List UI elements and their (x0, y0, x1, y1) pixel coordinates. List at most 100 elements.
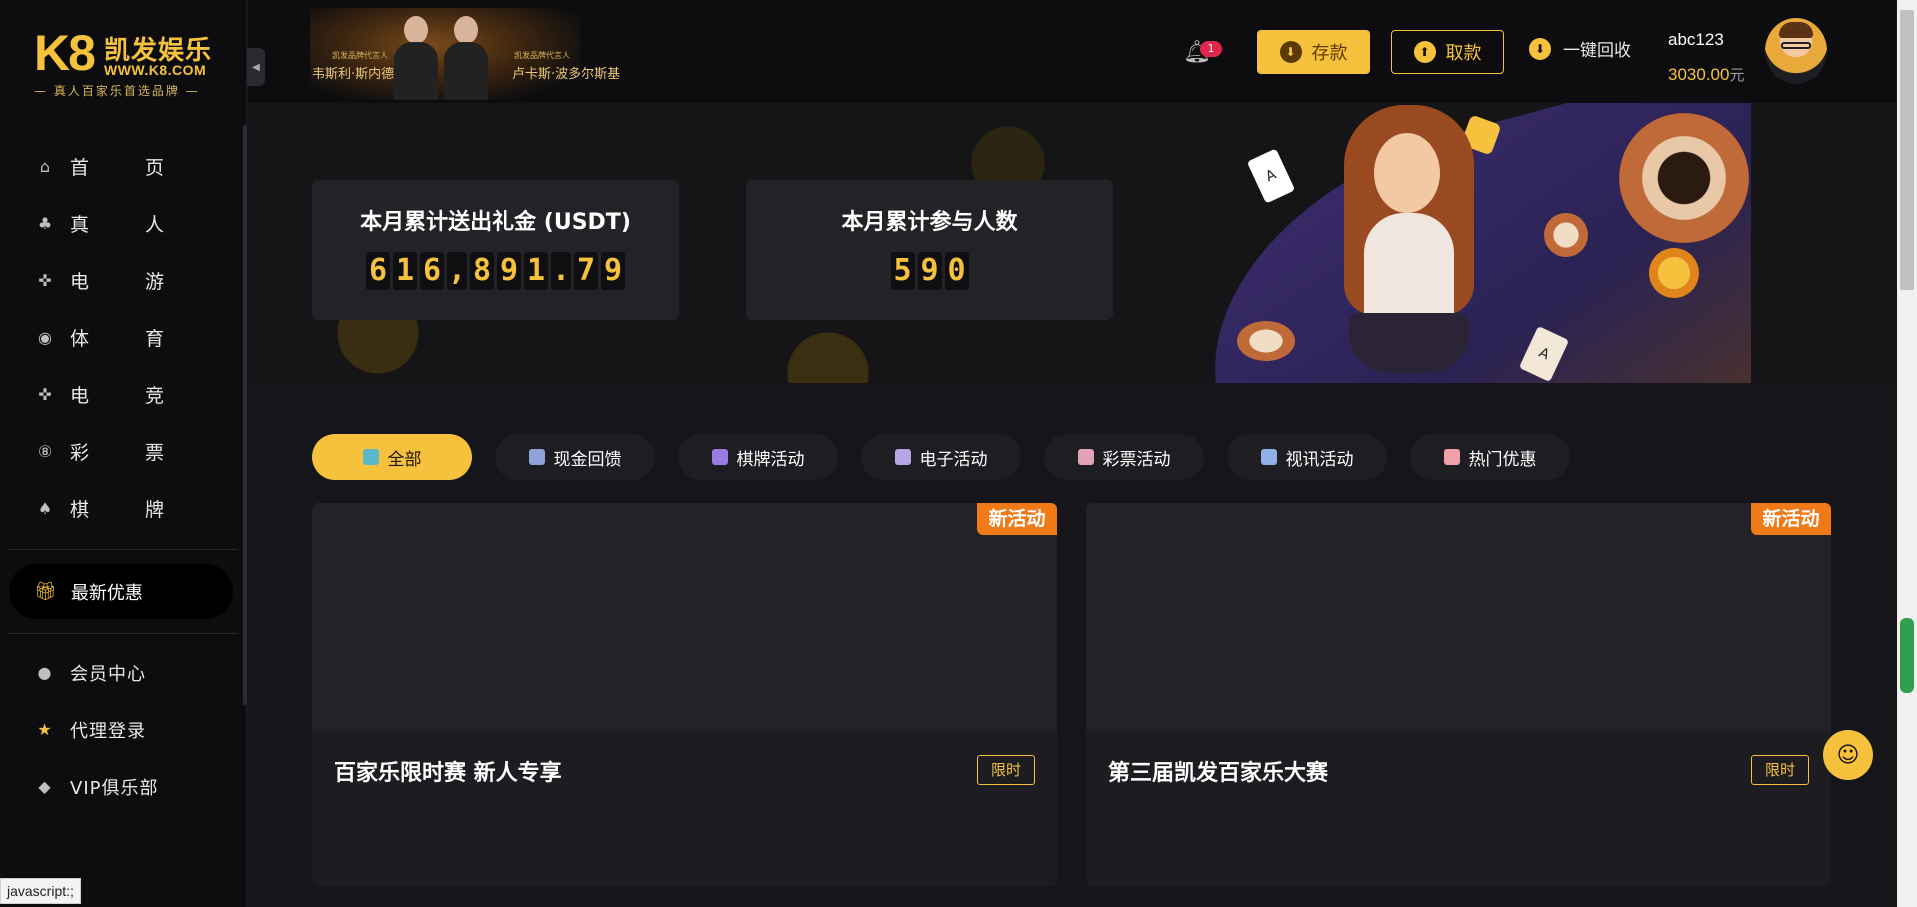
counter-digit: 9 (497, 252, 521, 290)
tab-chess-events[interactable]: 棋牌活动 (678, 434, 838, 480)
promotion-image (1086, 503, 1831, 731)
sidebar-item-label: 会员中心 (70, 663, 146, 685)
sidebar-divider (8, 549, 238, 550)
sidebar-item-agent-login[interactable]: ★ 代理登录 (0, 701, 247, 758)
promotion-title: 第三届凯发百家乐大赛 (1108, 761, 1329, 786)
logo-mark: K8 (34, 25, 96, 81)
sidebar-item-chess[interactable]: ♠ 棋牌 (0, 480, 247, 537)
sidebar-item-label: 最新优惠 (70, 582, 143, 604)
sidebar-scrollbar[interactable] (243, 125, 247, 705)
sidebar-collapse-button[interactable]: ◀ (247, 48, 265, 86)
cards-icon: ♠ (37, 499, 53, 518)
download-icon: ⬇ (1279, 41, 1302, 63)
sidebar-item-vip-club[interactable]: ◆ VIP俱乐部 (0, 758, 247, 815)
brand-logo[interactable]: K8 凯发娱乐 WWW.K8.COM — 真人百家乐首选品牌 — (34, 26, 214, 106)
avatar[interactable] (1765, 18, 1827, 84)
page-scrollbar[interactable] (1897, 0, 1917, 907)
limited-time-badge: 限时 (977, 755, 1035, 785)
notification-badge: 1 (1200, 41, 1222, 57)
counter-digit: , (447, 252, 467, 290)
deposit-button[interactable]: ⬇ 存款 (1257, 30, 1370, 74)
star-icon: ★ (37, 720, 53, 739)
sidebar-item-label: VIP俱乐部 (70, 777, 159, 799)
tab-label: 视讯活动 (1285, 449, 1354, 470)
sidebar-item-label: 首页 (70, 157, 221, 179)
gamepad-icon: ✜ (38, 271, 52, 290)
sidebar: K8 凯发娱乐 WWW.K8.COM — 真人百家乐首选品牌 — ⌂ 首页 ♣ … (0, 0, 247, 907)
sidebar-item-esports[interactable]: ✜ 电竞 (0, 366, 247, 423)
sidebar-item-label: 代理登录 (70, 720, 146, 742)
balance: 3030.00元 (1668, 64, 1744, 85)
tab-lottery-events[interactable]: 彩票活动 (1044, 434, 1204, 480)
username: abc123 (1668, 30, 1724, 49)
new-event-tag: 新活动 (1751, 503, 1831, 535)
counter-digit: 0 (944, 252, 969, 290)
gift-total-value: 616,891.79 (312, 252, 679, 290)
sidebar-item-label: 棋牌 (70, 499, 221, 521)
sidebar-item-label: 电游 (70, 271, 221, 293)
balance-amount: 3030.00 (1668, 65, 1730, 84)
category-icon (362, 449, 379, 465)
tab-all[interactable]: 全部 (312, 434, 472, 480)
promotion-card[interactable]: 新活动 百家乐限时赛 新人专享 限时 (312, 503, 1057, 886)
ambassador-caption: 凯发品牌代言人 (514, 51, 570, 60)
limited-time-badge: 限时 (1751, 755, 1809, 785)
download-icon: ⬇ (1529, 37, 1551, 60)
promotion-card[interactable]: 新活动 第三届凯发百家乐大赛 限时 (1086, 503, 1831, 886)
sidebar-item-label: 体育 (70, 328, 221, 350)
counter-digit: 5 (890, 252, 915, 290)
sidebar-item-live[interactable]: ♣ 真人 (0, 195, 247, 252)
gift-total-title: 本月累计送出礼金 (USDT) (360, 210, 631, 235)
participants-title: 本月累计参与人数 (841, 210, 1018, 235)
ambassador-photo (390, 16, 440, 100)
brand-url: WWW.K8.COM (104, 62, 207, 78)
customer-support-icon[interactable]: ☺ (1823, 730, 1873, 780)
sidebar-item-home[interactable]: ⌂ 首页 (0, 138, 247, 195)
sidebar-item-member-center[interactable]: ● 会员中心 (0, 644, 247, 701)
counter-digit: 9 (601, 252, 625, 290)
deposit-label: 存款 (1311, 43, 1348, 64)
counter-digit: 9 (917, 252, 942, 290)
app-root: K8 凯发娱乐 WWW.K8.COM — 真人百家乐首选品牌 — ⌂ 首页 ♣ … (0, 0, 1917, 907)
ambassador-name: 卢卡斯·波多尔斯基 (512, 67, 621, 82)
counter-digit: 6 (420, 252, 444, 290)
new-event-tag: 新活动 (977, 503, 1057, 535)
tab-hot-offers[interactable]: 热门优惠 (1410, 434, 1570, 480)
scroll-indicator[interactable] (1900, 618, 1914, 693)
ambassador-photo (440, 16, 490, 100)
tab-live-video-events[interactable]: 视讯活动 (1227, 434, 1387, 480)
lottery-icon: ⑧ (37, 442, 53, 461)
tab-label: 彩票活动 (1102, 449, 1171, 470)
withdraw-button[interactable]: ⬆ 取款 (1391, 30, 1504, 74)
gift-icon: 🎁︎ (34, 581, 57, 602)
one-click-recycle-button[interactable]: ⬇ 一键回收 (1529, 36, 1631, 61)
playing-card-image: A (1246, 148, 1296, 204)
counter-digit: 1 (524, 252, 548, 290)
diamond-icon: ◆ (38, 777, 52, 796)
sidebar-item-slots[interactable]: ✜ 电游 (0, 252, 247, 309)
category-icon (1443, 449, 1460, 465)
home-icon: ⌂ (39, 157, 51, 176)
upload-icon: ⬆ (1413, 41, 1436, 63)
secondary-nav: ● 会员中心 ★ 代理登录 ◆ VIP俱乐部 (0, 644, 247, 815)
tab-cashback[interactable]: 现金回馈 (495, 434, 655, 480)
tab-label: 热门优惠 (1468, 449, 1537, 470)
participants-card: 本月累计参与人数 590 (746, 180, 1113, 320)
promotion-title: 百家乐限时赛 新人专享 (334, 761, 562, 786)
ambassador-banner[interactable]: 凯发品牌代言人 韦斯利·斯内德 凯发品牌代言人 卢卡斯·波多尔斯基 (310, 8, 620, 100)
promo-illustration: A A (1169, 103, 1751, 383)
balance-unit: 元 (1729, 67, 1745, 84)
counter-digit: 7 (574, 252, 598, 290)
sidebar-item-promotions[interactable]: 🎁︎ 最新优惠 (9, 564, 233, 619)
sidebar-item-label: 真人 (70, 214, 221, 236)
promotion-image (312, 503, 1057, 731)
scrollbar-thumb[interactable] (1900, 10, 1914, 290)
top-header: 凯发品牌代言人 韦斯利·斯内德 凯发品牌代言人 卢卡斯·波多尔斯基 🔔︎ 1 ⬇… (248, 0, 1896, 103)
category-icon (711, 449, 728, 465)
main-nav: ⌂ 首页 ♣ 真人 ✜ 电游 ◉ 体育 ✜ 电竞 ⑧ 彩票 ♠ 棋牌 (0, 138, 247, 537)
sidebar-item-lottery[interactable]: ⑧ 彩票 (0, 423, 247, 480)
ambassador-name: 韦斯利·斯内德 (312, 67, 395, 82)
tab-slot-events[interactable]: 电子活动 (861, 434, 1021, 480)
sidebar-item-label: 彩票 (70, 442, 221, 464)
sidebar-item-sports[interactable]: ◉ 体育 (0, 309, 247, 366)
